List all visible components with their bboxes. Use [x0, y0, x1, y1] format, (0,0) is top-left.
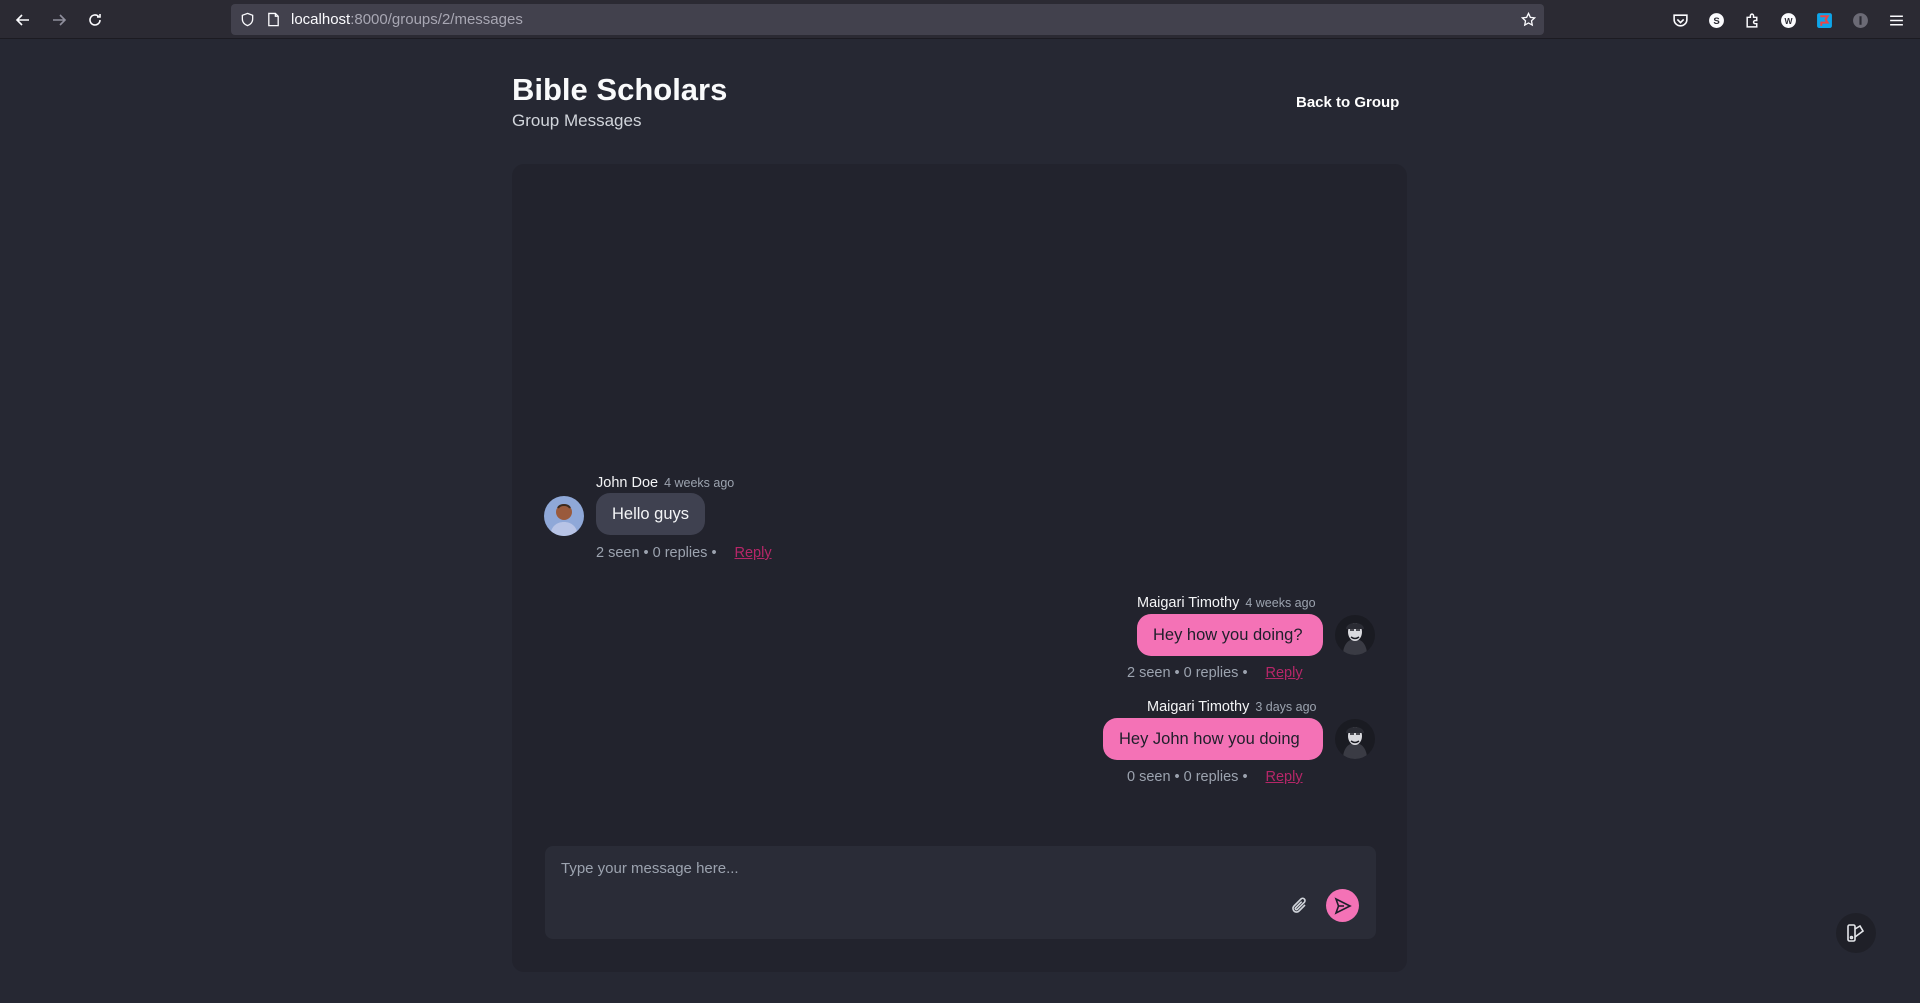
reply-link[interactable]: Reply	[1266, 769, 1303, 785]
reply-count: 0 replies	[652, 545, 708, 561]
bookmark-star-icon[interactable]	[1520, 12, 1536, 28]
message-bubble: Hey how you doing?	[1137, 614, 1323, 656]
message-author: Maigari Timothy	[1137, 595, 1240, 611]
message-meta: 0 seen • 0 replies • Reply	[1127, 769, 1303, 785]
extension-disabled-icon[interactable]	[1850, 10, 1870, 30]
message-header: Maigari Timothy 3 days ago	[1147, 699, 1317, 715]
send-icon	[1334, 896, 1352, 915]
message-time: 3 days ago	[1255, 700, 1317, 714]
browser-toolbar: localhost:8000/groups/2/messages S W	[0, 0, 1920, 39]
reply-link[interactable]: Reply	[1266, 665, 1303, 681]
svg-text:S: S	[1713, 16, 1719, 27]
message-composer	[545, 846, 1376, 939]
page-title: Bible Scholars	[512, 72, 728, 107]
extension-s-icon[interactable]: S	[1706, 10, 1726, 30]
svg-text:W: W	[1784, 16, 1793, 26]
message-bubble: Hello guys	[596, 493, 706, 535]
shield-icon[interactable]	[239, 12, 255, 28]
message-author: John Doe	[596, 475, 659, 491]
floating-settings-button[interactable]	[1836, 913, 1876, 953]
paperclip-icon[interactable]	[1288, 894, 1312, 918]
reply-count: 0 replies	[1183, 769, 1239, 785]
extensions-puzzle-icon[interactable]	[1742, 10, 1762, 30]
page-subtitle: Group Messages	[512, 111, 642, 130]
message-time: 4 weeks ago	[664, 476, 735, 490]
back-arrow-icon[interactable]	[10, 7, 36, 33]
avatar	[544, 496, 584, 536]
forward-arrow-icon[interactable]	[46, 7, 72, 33]
reply-link[interactable]: Reply	[735, 545, 772, 561]
message-meta: 2 seen • 0 replies • Reply	[596, 545, 772, 561]
address-bar[interactable]: localhost:8000/groups/2/messages	[231, 4, 1544, 35]
message-header: John Doe 4 weeks ago	[596, 475, 734, 491]
extension-w-icon[interactable]: W	[1778, 10, 1798, 30]
avatar	[1335, 719, 1375, 759]
message-author: Maigari Timothy	[1147, 699, 1250, 715]
message-input[interactable]	[561, 860, 1261, 890]
message-header: Maigari Timothy 4 weeks ago	[1137, 595, 1316, 611]
page-icon	[265, 12, 281, 28]
palette-icon	[1847, 924, 1865, 942]
message-time: 4 weeks ago	[1245, 596, 1316, 610]
seen-count: 2 seen	[1127, 665, 1171, 681]
seen-count: 2 seen	[596, 545, 640, 561]
avatar	[1335, 615, 1375, 655]
seen-count: 0 seen	[1127, 769, 1171, 785]
send-button[interactable]	[1326, 889, 1359, 922]
message-bubble: Hey John how you doing	[1103, 718, 1323, 760]
extension-flag-icon[interactable]	[1814, 10, 1834, 30]
hamburger-menu-icon[interactable]	[1886, 10, 1906, 30]
url-text[interactable]: localhost:8000/groups/2/messages	[291, 11, 523, 28]
pocket-icon[interactable]	[1670, 10, 1690, 30]
reply-count: 0 replies	[1183, 665, 1239, 681]
back-to-group-link[interactable]: Back to Group	[1296, 94, 1399, 111]
message-meta: 2 seen • 0 replies • Reply	[1127, 665, 1303, 681]
reload-icon[interactable]	[82, 7, 108, 33]
